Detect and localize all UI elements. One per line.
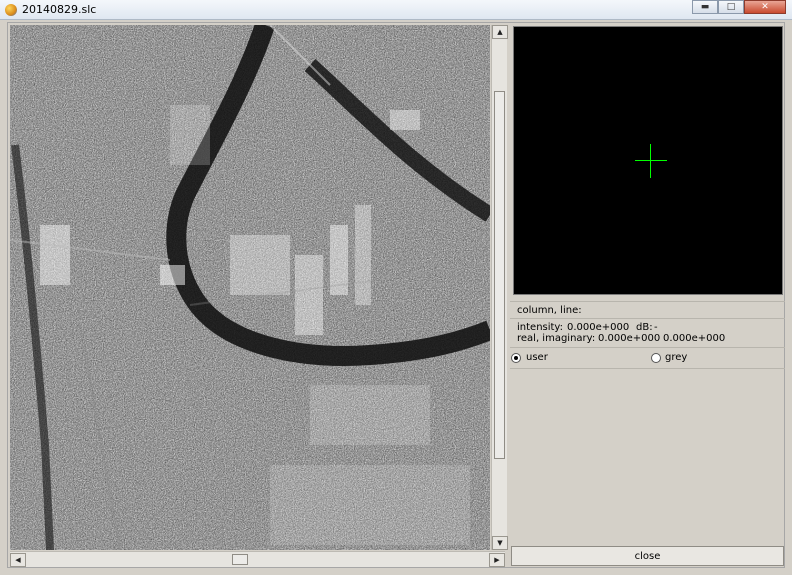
scroll-up-button[interactable]: ▲ — [492, 25, 508, 39]
horizontal-scrollbar[interactable]: ◀ ▶ — [10, 551, 505, 567]
crosshair-icon-horizontal — [635, 160, 667, 161]
db-value: - — [654, 322, 658, 333]
app-icon — [5, 4, 17, 16]
window-title: 20140829.slc — [22, 3, 97, 16]
grey-radio-label[interactable]: grey — [665, 352, 687, 363]
scroll-left-button[interactable]: ◀ — [10, 553, 26, 567]
vertical-scrollbar[interactable]: ▲ ▼ — [491, 25, 508, 550]
close-window-button[interactable]: ✕ — [744, 0, 786, 14]
crosshair-icon-vertical — [650, 144, 651, 178]
real-value: 0.000e+000 — [598, 333, 661, 344]
user-radio-label[interactable]: user — [526, 352, 548, 363]
maximize-button[interactable]: □ — [718, 0, 744, 14]
scroll-down-button[interactable]: ▼ — [492, 536, 508, 550]
grey-radio[interactable] — [651, 353, 661, 363]
user-radio[interactable] — [511, 353, 521, 363]
scroll-right-button[interactable]: ▶ — [489, 553, 505, 567]
position-label: column, line: — [517, 305, 582, 316]
title-bar: 20140829.slc ▬ □ ✕ — [0, 0, 792, 20]
zoom-preview — [513, 26, 783, 295]
intensity-label: intensity: — [517, 322, 563, 333]
minimize-button[interactable]: ▬ — [692, 0, 718, 14]
horizontal-scroll-thumb[interactable] — [232, 554, 248, 565]
close-button[interactable]: close — [511, 546, 784, 566]
vertical-scroll-thumb[interactable] — [494, 91, 505, 459]
intensity-value: 0.000e+000 — [567, 322, 630, 333]
sar-image — [10, 25, 490, 550]
sar-image-view[interactable] — [10, 25, 490, 550]
db-label: dB: — [636, 322, 653, 333]
real-imaginary-label: real, imaginary: — [517, 333, 596, 344]
imaginary-value: 0.000e+000 — [663, 333, 726, 344]
